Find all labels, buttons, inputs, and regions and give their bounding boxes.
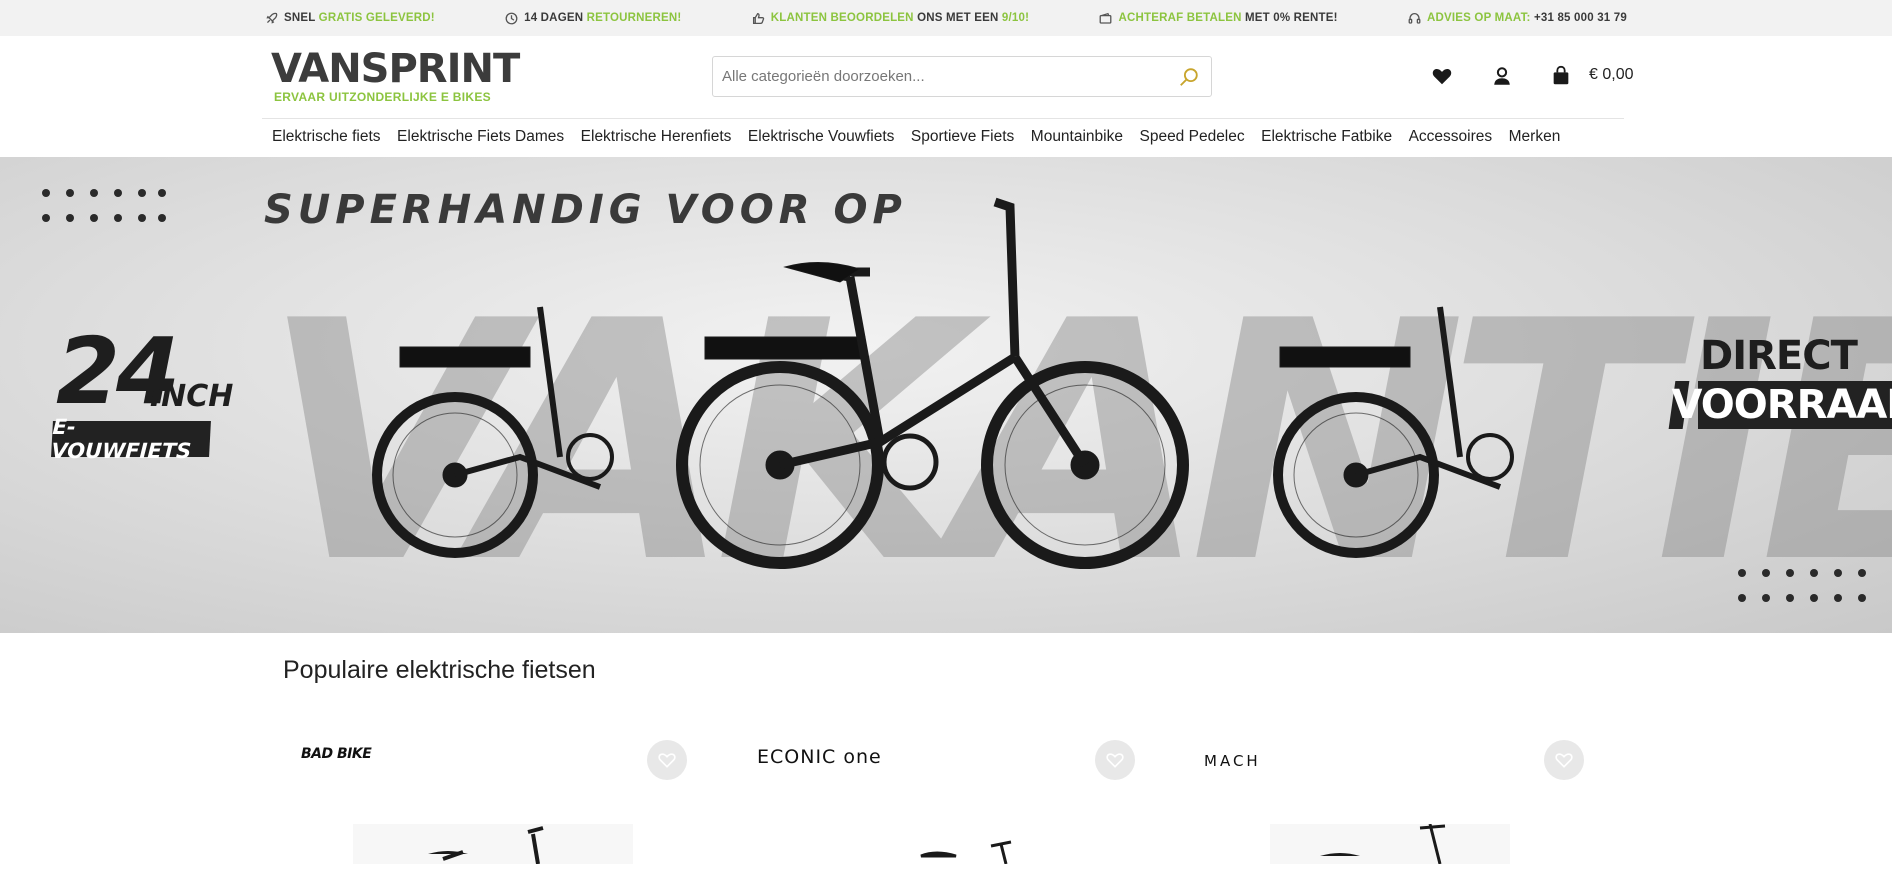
logo-tagline: ERVAAR UITZONDERLIJKE E BIKES (274, 90, 491, 104)
shopping-bag-icon (1553, 65, 1569, 85)
heart-icon (1432, 68, 1452, 85)
search-icon (1180, 67, 1198, 86)
headset-icon (1408, 12, 1421, 24)
usp-highlight: Advies op maat: (1427, 12, 1531, 24)
cart-total[interactable]: € 0,00 (1589, 66, 1633, 84)
site-header: VANSPRINT ERVAAR UITZONDERLIJKE E BIKES … (0, 36, 1892, 118)
nav-item-fatbike[interactable]: Elektrische Fatbike (1261, 128, 1392, 146)
wishlist-toggle[interactable] (647, 740, 687, 780)
user-icon (1494, 67, 1510, 85)
usp-highlight: gratis geleverd! (318, 12, 435, 24)
thumbs-up-icon (752, 12, 764, 24)
product-card[interactable]: BAD BIKE (283, 740, 703, 865)
brand-logo: MACH (1204, 752, 1261, 770)
search-box (712, 56, 1212, 97)
wishlist-toggle[interactable] (1095, 740, 1135, 780)
cart-button[interactable] (1549, 64, 1573, 88)
product-image[interactable] (1270, 823, 1510, 865)
usp-highlight: Klanten beoordelen (770, 12, 914, 24)
wishlist-toggle[interactable] (1544, 740, 1584, 780)
section-title: Populaire elektrische fietsen (283, 656, 596, 684)
usp-item[interactable]: Advies op maat: +31 85 000 31 79 (1408, 12, 1627, 25)
main-nav: Elektrische fiets Elektrische Fiets Dame… (0, 118, 1892, 158)
nav-item-speed-pedelec[interactable]: Speed Pedelec (1139, 128, 1244, 146)
site-logo[interactable]: VANSPRINT ERVAAR UITZONDERLIJKE E BIKES (271, 46, 520, 104)
banner-bg-word: VAKANTIE (262, 251, 1892, 633)
hero-banner[interactable]: VAKANTIE SUPERHANDIG VOOR OP 24 INCH E-V… (0, 157, 1892, 633)
nav-item-merken[interactable]: Merken (1509, 128, 1561, 146)
bike-thumbnail (920, 840, 1012, 865)
nav-item-accessoires[interactable]: Accessoires (1409, 128, 1493, 146)
nav-item-vouwfiets[interactable]: Elektrische Vouwfiets (748, 128, 894, 146)
heart-outline-icon (658, 753, 676, 768)
bike-thumbnail (1320, 823, 1446, 865)
usp-text: ons met een (913, 12, 1002, 24)
product-image[interactable] (811, 824, 1071, 865)
banner-headline: SUPERHANDIG VOOR OP (264, 187, 907, 233)
heart-outline-icon (1555, 753, 1573, 768)
account-button[interactable] (1490, 64, 1514, 88)
usp-highlight: 9/10! (1001, 12, 1030, 24)
nav-item-sportieve[interactable]: Sportieve Fiets (911, 128, 1014, 146)
usp-text: Snel (284, 12, 319, 24)
banner-size-unit: INCH (150, 379, 234, 414)
usp-item: Achteraf betalen met 0% rente! (1099, 12, 1337, 25)
usp-item: 14 dagen retourneren! (505, 12, 681, 25)
usp-text: 14 dagen (524, 12, 587, 24)
phone-number[interactable]: +31 85 000 31 79 (1531, 12, 1627, 24)
brand-logo: ECONIC one (757, 746, 882, 768)
nav-item-heren[interactable]: Elektrische Herenfiets (581, 128, 732, 146)
bike-thumbnail (428, 826, 544, 865)
nav-item-dames[interactable]: Elektrische Fiets Dames (397, 128, 564, 146)
usp-highlight: retourneren! (586, 12, 682, 24)
banner-size-label: E-VOUWFIETS (51, 415, 211, 463)
wishlist-button[interactable] (1430, 64, 1454, 88)
product-card[interactable]: ECONIC one (731, 740, 1151, 865)
usp-item: Snel gratis geleverd! (265, 12, 435, 25)
usp-text: met 0% rente! (1241, 12, 1338, 24)
search-button[interactable] (1167, 57, 1211, 96)
rocket-icon (266, 12, 278, 24)
product-image[interactable] (353, 824, 633, 865)
clock-icon (505, 12, 518, 24)
nav-item-elektrische-fiets[interactable]: Elektrische fiets (272, 128, 381, 146)
usp-bar: Snel gratis geleverd! 14 dagen retourner… (0, 0, 1892, 36)
nav-item-mountainbike[interactable]: Mountainbike (1031, 128, 1123, 146)
wallet-icon (1100, 12, 1112, 24)
usp-item: Klanten beoordelen ons met een 9/10! (752, 12, 1029, 25)
heart-outline-icon (1106, 753, 1124, 768)
search-input[interactable] (713, 57, 1167, 96)
brand-logo: BAD BIKE (301, 746, 372, 762)
banner-stock-bottom: VOORRAAD (1672, 381, 1892, 429)
product-card[interactable]: MACH (1180, 740, 1600, 865)
nav-divider (262, 118, 1624, 119)
usp-highlight: Achteraf betalen (1118, 12, 1242, 24)
logo-wordmark: VANSPRINT (271, 46, 520, 92)
